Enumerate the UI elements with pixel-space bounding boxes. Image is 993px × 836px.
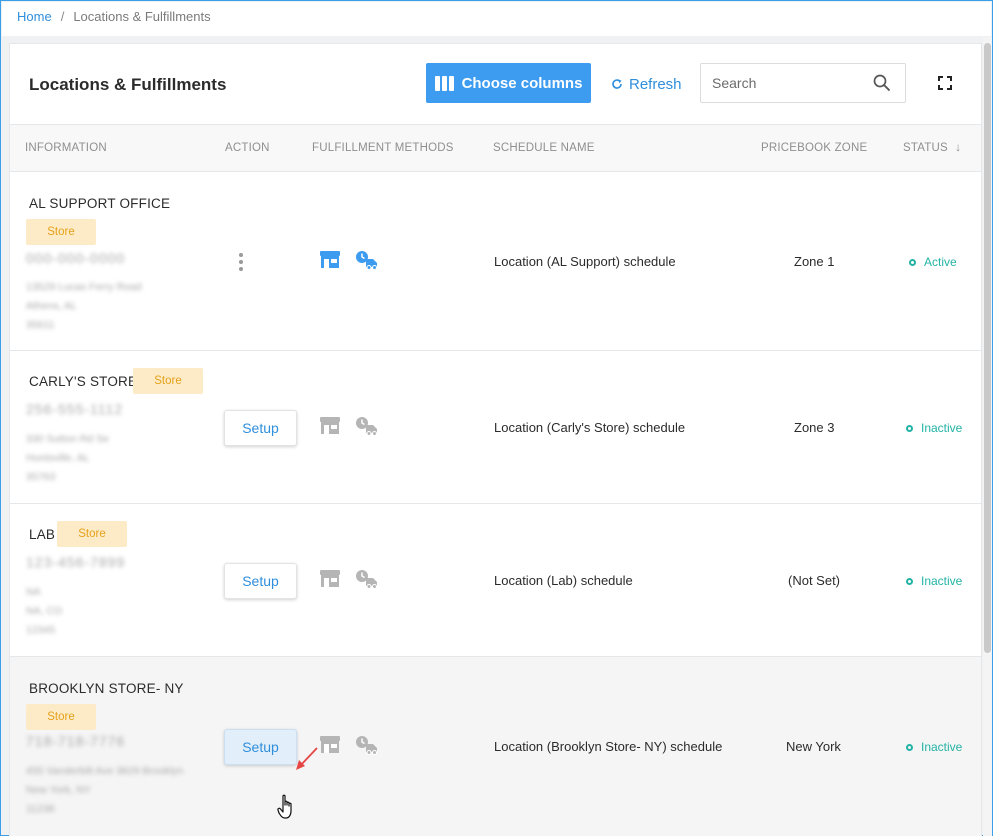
- breadcrumb-current: Locations & Fulfillments: [73, 9, 211, 24]
- store-tag: Store: [26, 219, 96, 245]
- pricebook-zone: Zone 1: [794, 254, 835, 269]
- location-address: 455 Vanderbilt Ave 3829 Brooklyn New Yor…: [26, 762, 183, 819]
- hand-cursor-icon: [277, 794, 292, 819]
- setup-button[interactable]: Setup: [224, 410, 297, 446]
- row-menu-kebab-icon[interactable]: [239, 253, 243, 271]
- status-badge: Inactive: [906, 740, 962, 754]
- status-label: Inactive: [921, 421, 963, 435]
- column-header-status-label: STATUS: [903, 142, 948, 154]
- store-pickup-icon: [320, 417, 340, 434]
- pricebook-zone: (Not Set): [788, 573, 841, 588]
- sort-arrow-icon: ↓: [955, 142, 962, 154]
- location-phone: 256-555-1112: [26, 401, 124, 417]
- scheduled-delivery-icon: [356, 736, 377, 755]
- column-header-status[interactable]: STATUS ↓: [903, 142, 961, 154]
- schedule-name: Location (Brooklyn Store- NY) schedule: [494, 739, 723, 754]
- pricebook-zone: New York: [786, 739, 841, 754]
- breadcrumb-home-link[interactable]: Home: [17, 9, 52, 24]
- address-line: 35763: [26, 471, 56, 483]
- status-dot-icon: [906, 577, 913, 585]
- location-name: BROOKLYN STORE- NY: [29, 681, 184, 696]
- fullscreen-icon: [938, 76, 952, 90]
- address-line: 330 Sutton Rd Se: [26, 433, 109, 445]
- location-address: 330 Sutton Rd Se Huntsville, AL 35763: [26, 430, 109, 487]
- breadcrumb: Home / Locations & Fulfillments: [2, 2, 991, 36]
- search-icon: [873, 74, 891, 92]
- scrollbar-thumb[interactable]: [984, 43, 991, 653]
- status-dot-icon: [906, 743, 913, 751]
- address-line: 455 Vanderbilt Ave 3829 Brooklyn: [26, 765, 184, 777]
- setup-button[interactable]: Setup: [224, 729, 297, 765]
- address-line: 12345: [26, 624, 56, 636]
- location-name: CARLY'S STORE: [29, 374, 138, 389]
- address-line: Huntsville, AL: [26, 452, 90, 464]
- location-phone: 123-456-7899: [26, 554, 126, 570]
- store-pickup-icon: [320, 736, 340, 753]
- address-line: Athens, AL: [26, 300, 77, 312]
- refresh-label: Refresh: [629, 75, 682, 93]
- refresh-button[interactable]: Refresh: [611, 74, 682, 94]
- refresh-icon: [612, 79, 622, 89]
- search-input[interactable]: [712, 75, 862, 91]
- pricebook-zone: Zone 3: [794, 420, 835, 435]
- setup-button[interactable]: Setup: [224, 563, 297, 599]
- location-address: 13529 Lucas Ferry Road Athens, AL 35611: [26, 278, 142, 335]
- location-name: AL SUPPORT OFFICE: [29, 196, 171, 211]
- status-label: Active: [924, 255, 957, 269]
- address-line: NA: [26, 586, 41, 598]
- scheduled-delivery-icon: [356, 251, 377, 270]
- store-pickup-icon: [320, 251, 340, 268]
- table-row[interactable]: AL SUPPORT OFFICE Store 000-000-0000 135…: [10, 172, 981, 351]
- address-line: New York, NY: [26, 784, 91, 796]
- address-line: 11238: [26, 803, 55, 815]
- store-tag: Store: [57, 521, 127, 547]
- choose-columns-label: Choose columns: [461, 74, 583, 92]
- table-header: INFORMATION ACTION FULFILLMENT METHODS S…: [10, 124, 981, 172]
- search-box: [700, 63, 906, 103]
- schedule-name: Location (Carly's Store) schedule: [494, 420, 686, 435]
- status-label: Inactive: [921, 740, 963, 754]
- schedule-name: Location (AL Support) schedule: [494, 254, 676, 269]
- location-phone: 718-718-7776: [26, 733, 126, 749]
- column-header-action[interactable]: ACTION: [225, 142, 270, 154]
- search-button[interactable]: [873, 74, 891, 97]
- table-row[interactable]: BROOKLYN STORE- NY Store 718-718-7776 45…: [10, 657, 981, 836]
- location-address: NA NA, CO 12345: [26, 583, 62, 640]
- columns-icon: [434, 75, 454, 91]
- status-dot-icon: [906, 424, 913, 432]
- address-line: 35611: [26, 319, 55, 331]
- status-badge: Inactive: [906, 421, 962, 435]
- status-dot-icon: [909, 258, 916, 266]
- annotation-arrow-icon: [296, 747, 318, 770]
- store-tag: Store: [133, 368, 203, 394]
- fullscreen-button[interactable]: [938, 76, 952, 95]
- scheduled-delivery-icon: [356, 570, 377, 589]
- status-label: Inactive: [921, 574, 963, 588]
- table-row[interactable]: LAB Store 123-456-7899 NA NA, CO 12345 S…: [10, 504, 981, 657]
- column-header-information[interactable]: INFORMATION: [25, 142, 107, 154]
- status-badge: Inactive: [906, 574, 962, 588]
- column-header-fulfillment[interactable]: FULFILLMENT METHODS: [312, 142, 454, 154]
- location-phone: 000-000-0000: [26, 250, 126, 266]
- column-header-schedule[interactable]: SCHEDULE NAME: [493, 142, 595, 154]
- app-frame: Home / Locations & Fulfillments Locations …: [0, 0, 993, 836]
- address-line: NA, CO: [26, 605, 63, 617]
- column-header-pricebook[interactable]: PRICEBOOK ZONE: [761, 142, 867, 154]
- breadcrumb-separator: /: [60, 9, 65, 24]
- locations-panel: Locations & Fulfillments Choose columns …: [9, 43, 982, 836]
- page-title: Locations & Fulfillments: [29, 75, 227, 94]
- store-tag: Store: [26, 704, 96, 730]
- address-line: 13529 Lucas Ferry Road: [26, 281, 142, 293]
- store-pickup-icon: [320, 570, 340, 587]
- schedule-name: Location (Lab) schedule: [494, 573, 633, 588]
- scheduled-delivery-icon: [356, 417, 377, 436]
- choose-columns-button[interactable]: Choose columns: [426, 63, 591, 103]
- status-badge: Active: [909, 255, 957, 269]
- table-row[interactable]: CARLY'S STORE Store 256-555-1112 330 Sut…: [10, 351, 981, 504]
- location-name: LAB: [29, 527, 56, 542]
